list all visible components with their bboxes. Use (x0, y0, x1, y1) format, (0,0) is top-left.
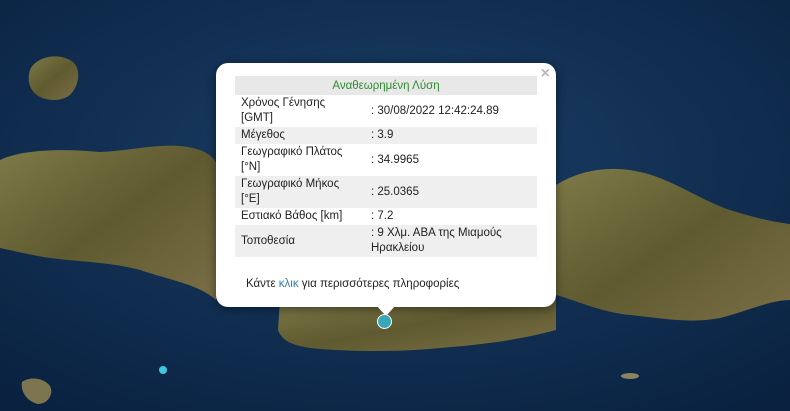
earthquake-marker-small[interactable] (159, 366, 167, 374)
islet-east (621, 373, 639, 379)
island-nw (28, 56, 79, 101)
table-row: Εστιακό Βάθος [km] : 7.2 (235, 208, 537, 225)
earthquake-info-table: Αναθεωρημένη Λύση Χρόνος Γένησης [GMT] :… (235, 76, 537, 257)
table-row: Γεωγραφικό Μήκος [°E] : 25.0365 (235, 176, 537, 208)
row-label: Τοποθεσία (235, 225, 365, 257)
row-label: Μέγεθος (235, 127, 365, 144)
row-label: Εστιακό Βάθος [km] (241, 210, 343, 222)
table-row: Γεωγραφικό Πλάτος [°N] : 34.9965 (235, 144, 537, 176)
row-value: : 3.9 (365, 127, 537, 144)
table-row: Χρόνος Γένησης [GMT] : 30/08/2022 12:42:… (235, 95, 537, 127)
table-row: Μέγεθος : 3.9 (235, 127, 537, 144)
close-icon[interactable]: × (541, 66, 550, 82)
popup-title: Αναθεωρημένη Λύση (235, 76, 537, 95)
more-prefix: Κάντε (246, 278, 279, 290)
row-value: : 25.0365 (365, 176, 537, 208)
row-value: : 7.2 (371, 210, 394, 222)
more-info-link[interactable]: κλικ (279, 278, 299, 290)
row-label: Γεωγραφικό Πλάτος [°N] (241, 146, 343, 173)
row-value: : 9 Χλμ. ΑΒΑ της Μιαμούς Ηρακλείου (365, 225, 537, 257)
more-suffix: για περισσότερες πληροφορίες (298, 278, 460, 290)
table-row: Τοποθεσία : 9 Χλμ. ΑΒΑ της Μιαμούς Ηρακλ… (235, 225, 537, 257)
row-label: Γεωγραφικό Μήκος [°E] (235, 176, 365, 208)
row-value: : 30/08/2022 12:42:24.89 (371, 104, 499, 117)
more-info-line: Κάντε κλικ για περισσότερες πληροφορίες (246, 278, 459, 290)
earthquake-info-popup: × Αναθεωρημένη Λύση Χρόνος Γένησης [GMT]… (216, 63, 556, 307)
earthquake-marker[interactable] (377, 314, 392, 329)
row-label: Χρόνος Γένησης [GMT] (241, 97, 326, 124)
row-value: : 34.9965 (371, 153, 419, 166)
